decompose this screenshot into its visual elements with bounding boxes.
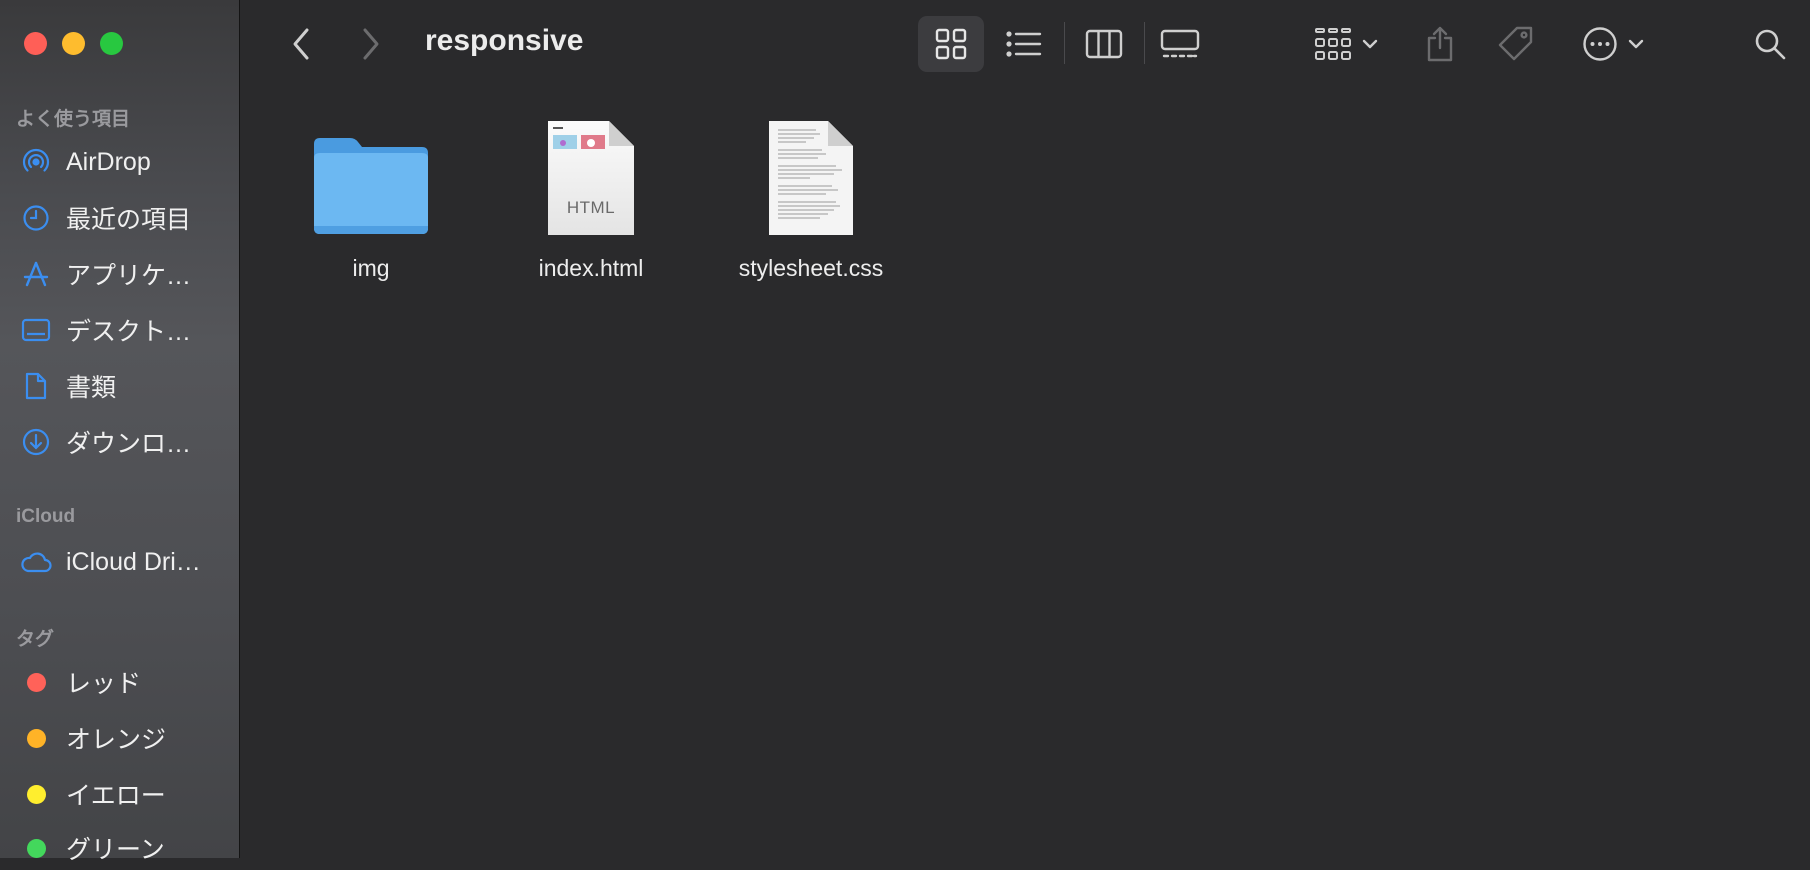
chevron-left-icon: [293, 28, 309, 60]
css-file-icon: [711, 88, 911, 238]
grid-icon: [935, 28, 967, 60]
file-name: index.html: [538, 255, 644, 281]
sidebar-item-label: オレンジ: [66, 726, 167, 754]
sidebar-item-desktop[interactable]: デスクト…: [20, 308, 230, 352]
chevron-down-icon: [1362, 39, 1378, 49]
tag-dot-icon: [20, 666, 52, 698]
sidebar-item-icloud-drive[interactable]: iCloud Dri…: [20, 540, 230, 584]
airdrop-icon: [20, 146, 52, 178]
sidebar-item-recents[interactable]: 最近の項目: [20, 196, 230, 240]
toolbar-divider: [1144, 22, 1145, 64]
sidebar-item-label: レッド: [66, 670, 142, 698]
file-item-index-html[interactable]: HTML index.html: [491, 88, 691, 282]
sidebar-item-label: 書類: [66, 374, 117, 402]
sidebar-item-tag-orange[interactable]: オレンジ: [20, 716, 230, 760]
sidebar-item-label: iCloud Dri…: [66, 547, 201, 576]
download-icon: [20, 426, 52, 458]
ellipsis-circle-icon: [1583, 27, 1617, 61]
desktop-icon: [20, 314, 52, 346]
gallery-view-button[interactable]: [1156, 16, 1204, 72]
file-name: stylesheet.css: [738, 255, 884, 281]
sidebar-item-label: ダウンロ…: [66, 430, 192, 458]
sidebar-item-downloads[interactable]: ダウンロ…: [20, 420, 230, 464]
toolbar-divider: [1064, 22, 1065, 64]
sidebar-item-label: グリーン: [66, 836, 165, 864]
document-icon: [20, 370, 52, 402]
applications-icon: [20, 258, 52, 290]
window-title: responsive: [425, 24, 584, 57]
list-view-button[interactable]: [1000, 16, 1048, 72]
sidebar-item-tag-green[interactable]: グリーン: [20, 826, 230, 870]
minimize-window-button[interactable]: [62, 32, 85, 55]
file-name: img: [352, 255, 390, 281]
tag-color-dot: [26, 784, 46, 804]
sidebar-item-airdrop[interactable]: AirDrop: [20, 140, 230, 184]
tags-header: タグ: [16, 629, 55, 650]
sidebar-item-documents[interactable]: 書類: [20, 364, 230, 408]
sidebar-item-label: 最近の項目: [66, 206, 192, 234]
tag-dot-icon: [20, 832, 52, 864]
gallery-icon: [1160, 29, 1200, 58]
window-controls: [24, 32, 123, 55]
sidebar: よく使う項目 AirDrop 最近の項目 アプリケ… デスクト… 書類 ダウンロ…: [0, 0, 240, 864]
tag-button[interactable]: [1492, 16, 1540, 72]
tag-color-dot: [26, 838, 46, 858]
sidebar-item-tag-yellow[interactable]: イエロー: [20, 772, 230, 816]
forward-button[interactable]: [351, 22, 391, 66]
chevron-right-icon: [363, 28, 379, 60]
search-icon: [1755, 29, 1786, 60]
group-by-button[interactable]: [1308, 16, 1384, 72]
icloud-header: iCloud: [16, 506, 76, 527]
sidebar-item-tag-red[interactable]: レッド: [20, 660, 230, 704]
file-item-stylesheet-css[interactable]: stylesheet.css: [711, 88, 911, 282]
sidebar-item-label: アプリケ…: [66, 262, 192, 290]
chevron-down-icon: [1628, 39, 1644, 49]
search-button[interactable]: [1748, 16, 1792, 72]
group-grid-icon: [1315, 28, 1351, 60]
html-file-icon: HTML: [491, 88, 691, 238]
tag-dot-icon: [20, 722, 52, 754]
tag-color-dot: [26, 672, 46, 692]
sidebar-item-applications[interactable]: アプリケ…: [20, 252, 230, 296]
sidebar-item-label: デスクト…: [66, 318, 192, 346]
cloud-icon: [20, 546, 52, 578]
file-item-img[interactable]: img: [271, 88, 471, 282]
file-type-badge: HTML: [566, 198, 616, 217]
zoom-window-button[interactable]: [100, 32, 123, 55]
tag-dot-icon: [20, 778, 52, 810]
icon-view-button[interactable]: [918, 16, 984, 72]
column-view-button[interactable]: [1080, 16, 1128, 72]
favorites-header: よく使う項目: [16, 109, 131, 130]
share-button[interactable]: [1416, 16, 1464, 72]
sidebar-item-label: イエロー: [66, 782, 166, 810]
more-actions-button[interactable]: [1576, 16, 1650, 72]
list-icon: [1006, 31, 1042, 57]
tag-color-dot: [26, 728, 46, 748]
columns-icon: [1085, 29, 1123, 59]
sidebar-item-label: AirDrop: [66, 147, 151, 176]
share-icon: [1427, 26, 1453, 62]
tag-icon: [1498, 26, 1533, 61]
clock-icon: [20, 202, 52, 234]
close-window-button[interactable]: [24, 32, 47, 55]
back-button[interactable]: [281, 22, 321, 66]
folder-icon: [271, 88, 471, 238]
